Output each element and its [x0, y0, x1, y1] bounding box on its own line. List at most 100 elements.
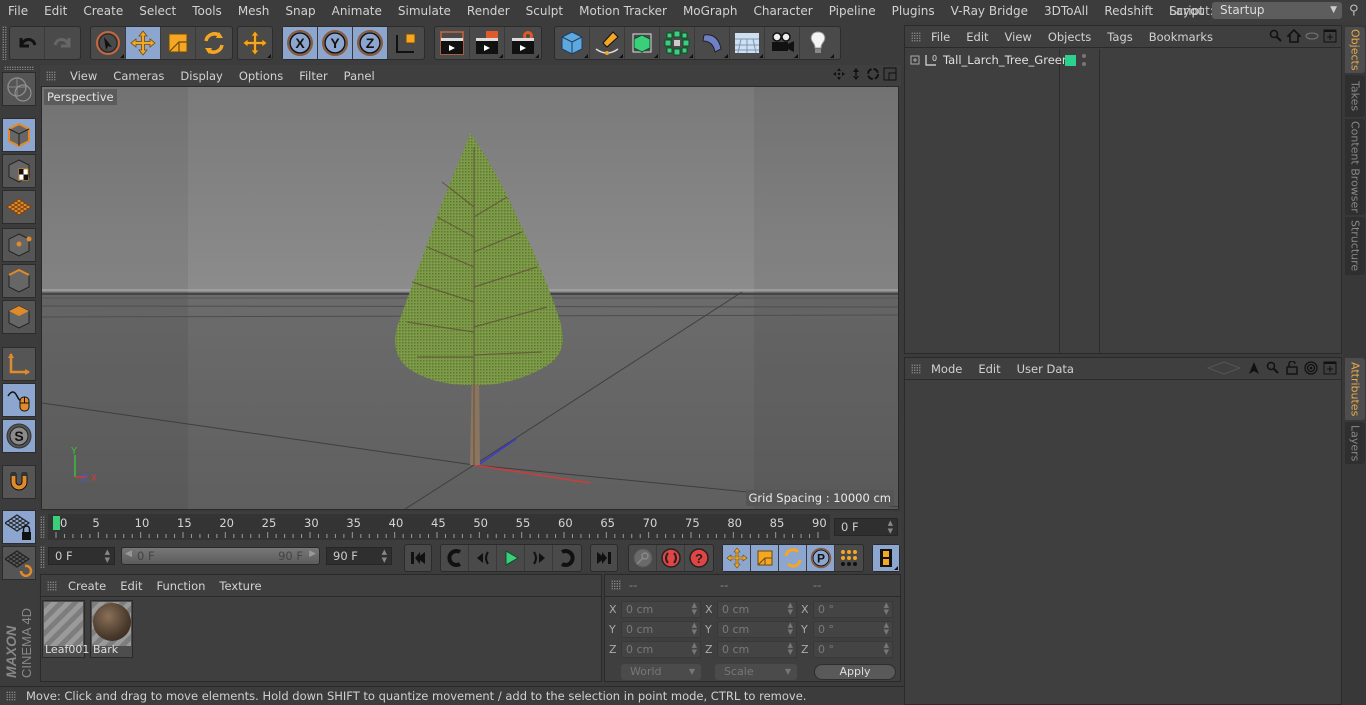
- menu-snap[interactable]: Snap: [277, 4, 323, 18]
- menu-redshift[interactable]: Redshift: [1096, 4, 1161, 18]
- size-z-field[interactable]: 0 cm ▲ ▼: [717, 641, 797, 658]
- timeline-window-button[interactable]: [873, 545, 899, 571]
- menu-motion-tracker[interactable]: Motion Tracker: [571, 4, 675, 18]
- previous-frame-button[interactable]: [469, 545, 497, 571]
- recent-tool-button[interactable]: [238, 27, 272, 59]
- viewport-grip[interactable]: [46, 70, 56, 81]
- transport-grip[interactable]: [40, 546, 45, 568]
- position-x-field[interactable]: 0 cm ▲ ▼: [621, 601, 701, 618]
- point-level-animation-button[interactable]: [835, 545, 863, 571]
- navigation-arrows-icon[interactable]: [1206, 361, 1242, 375]
- scale-button[interactable]: [161, 27, 196, 59]
- object-menu-view[interactable]: View: [997, 30, 1040, 44]
- render-visibility-dot[interactable]: [1082, 62, 1086, 66]
- workplane-lock-button[interactable]: [2, 510, 36, 544]
- camera-label[interactable]: Perspective: [44, 89, 117, 105]
- axis-mode-button[interactable]: [2, 347, 36, 381]
- tab-attributes[interactable]: Attributes: [1345, 358, 1365, 420]
- object-menu-file[interactable]: File: [923, 30, 958, 44]
- size-mode-select[interactable]: Scale ▼: [715, 664, 797, 680]
- tab-structure[interactable]: Structure: [1345, 217, 1365, 275]
- goto-start-button[interactable]: [405, 545, 431, 571]
- menu-pipeline[interactable]: Pipeline: [821, 4, 884, 18]
- apply-button[interactable]: Apply: [814, 664, 896, 680]
- object-grip[interactable]: [911, 31, 921, 42]
- menu-vray-bridge[interactable]: V-Ray Bridge: [943, 4, 1036, 18]
- next-frame-button[interactable]: [525, 545, 553, 571]
- menu-3dtoall[interactable]: 3DToAll: [1036, 4, 1096, 18]
- object-menu-bookmarks[interactable]: Bookmarks: [1141, 30, 1221, 44]
- live-selection-button[interactable]: [91, 27, 126, 59]
- rotate-button[interactable]: [196, 27, 231, 59]
- coordinate-space-select[interactable]: World ▼: [621, 664, 701, 680]
- menu-simulate[interactable]: Simulate: [390, 4, 459, 18]
- scale-track-button[interactable]: [751, 545, 779, 571]
- tab-layers[interactable]: Layers: [1345, 422, 1365, 464]
- coordinate-grip[interactable]: [611, 580, 621, 590]
- tab-takes[interactable]: Takes: [1345, 75, 1365, 117]
- rotation-b-field[interactable]: 0 ° ▲ ▼: [813, 641, 893, 658]
- polygons-mode-button[interactable]: [2, 300, 36, 334]
- menu-edit[interactable]: Edit: [36, 4, 75, 18]
- lock-x-button[interactable]: X: [283, 27, 318, 59]
- deformer-button[interactable]: [695, 27, 730, 59]
- start-frame-field[interactable]: 0 F ▲ ▼: [48, 547, 115, 565]
- viewport-menu-display[interactable]: Display: [172, 69, 230, 83]
- next-key-button[interactable]: [553, 545, 581, 571]
- spinner-arrows-icon[interactable]: ▲ ▼: [105, 548, 110, 564]
- attribute-menu-edit[interactable]: Edit: [970, 362, 1008, 376]
- viewport-menu-view[interactable]: View: [62, 69, 105, 83]
- attribute-grip[interactable]: [911, 363, 921, 374]
- viewport-menu-options[interactable]: Options: [231, 69, 291, 83]
- position-track-button[interactable]: [723, 545, 751, 571]
- render-settings-button[interactable]: [505, 27, 540, 59]
- coordinate-system-button[interactable]: [388, 27, 423, 59]
- playhead[interactable]: [53, 516, 60, 530]
- menu-tools[interactable]: Tools: [184, 4, 230, 18]
- solo-button[interactable]: S: [2, 419, 36, 453]
- search-icon[interactable]: [1266, 361, 1280, 375]
- left-toolbar-grip[interactable]: [4, 66, 34, 70]
- object-menu-tags[interactable]: Tags: [1099, 30, 1140, 44]
- material-bark[interactable]: Bark: [90, 600, 133, 658]
- object-name[interactable]: Tall_Larch_Tree_Green: [943, 53, 1069, 67]
- attribute-menu-mode[interactable]: Mode: [923, 362, 970, 376]
- range-start-handle-icon[interactable]: ◀: [125, 549, 132, 559]
- viewport-maximize-icon[interactable]: [883, 67, 897, 81]
- search-icon[interactable]: ⚲: [1349, 3, 1359, 18]
- cube-button[interactable]: [555, 27, 590, 59]
- current-frame-field[interactable]: 0 F ▲ ▼: [834, 518, 898, 536]
- cloner-button[interactable]: [660, 27, 695, 59]
- new-panel-icon[interactable]: [1323, 29, 1337, 43]
- rotation-h-field[interactable]: 0 ° ▲ ▼: [813, 601, 893, 618]
- viewport-pan-icon[interactable]: [832, 67, 846, 81]
- menu-file[interactable]: File: [0, 4, 36, 18]
- spinner-arrows-icon[interactable]: ▲ ▼: [382, 548, 387, 564]
- unlock-icon[interactable]: [1285, 361, 1299, 375]
- play-button[interactable]: [497, 545, 525, 571]
- undo-button[interactable]: [10, 27, 45, 59]
- pen-spline-button[interactable]: [590, 27, 625, 59]
- layer-color-swatch[interactable]: [1065, 55, 1076, 66]
- tweak-mode-button[interactable]: [2, 383, 36, 417]
- lock-z-button[interactable]: Z: [353, 27, 388, 59]
- size-y-field[interactable]: 0 cm ▲ ▼: [717, 621, 797, 638]
- edges-mode-button[interactable]: [2, 264, 36, 298]
- points-mode-button[interactable]: [2, 228, 36, 262]
- camera-button[interactable]: [765, 27, 800, 59]
- floor-button[interactable]: [730, 27, 765, 59]
- lock-y-button[interactable]: Y: [318, 27, 353, 59]
- material-menu-texture[interactable]: Texture: [212, 579, 268, 593]
- menu-create[interactable]: Create: [75, 4, 131, 18]
- end-frame-field[interactable]: 90 F ▲ ▼: [326, 547, 392, 565]
- size-x-field[interactable]: 0 cm ▲ ▼: [717, 601, 797, 618]
- render-picture-viewer-button[interactable]: [470, 27, 505, 59]
- model-mode-button[interactable]: [2, 118, 36, 152]
- object-menu-objects[interactable]: Objects: [1040, 30, 1099, 44]
- tab-objects[interactable]: Objects: [1345, 27, 1365, 73]
- material-menu-edit[interactable]: Edit: [113, 579, 149, 593]
- spinner-arrows-icon[interactable]: ▲ ▼: [888, 519, 893, 535]
- autokey-button[interactable]: [657, 545, 685, 571]
- timeline-ruler[interactable]: 0 5 10 15 20 25 30 35 40 45 50 55 60 65 70 75 80 85 90: [48, 514, 830, 540]
- toolbar-grip[interactable]: [2, 26, 7, 60]
